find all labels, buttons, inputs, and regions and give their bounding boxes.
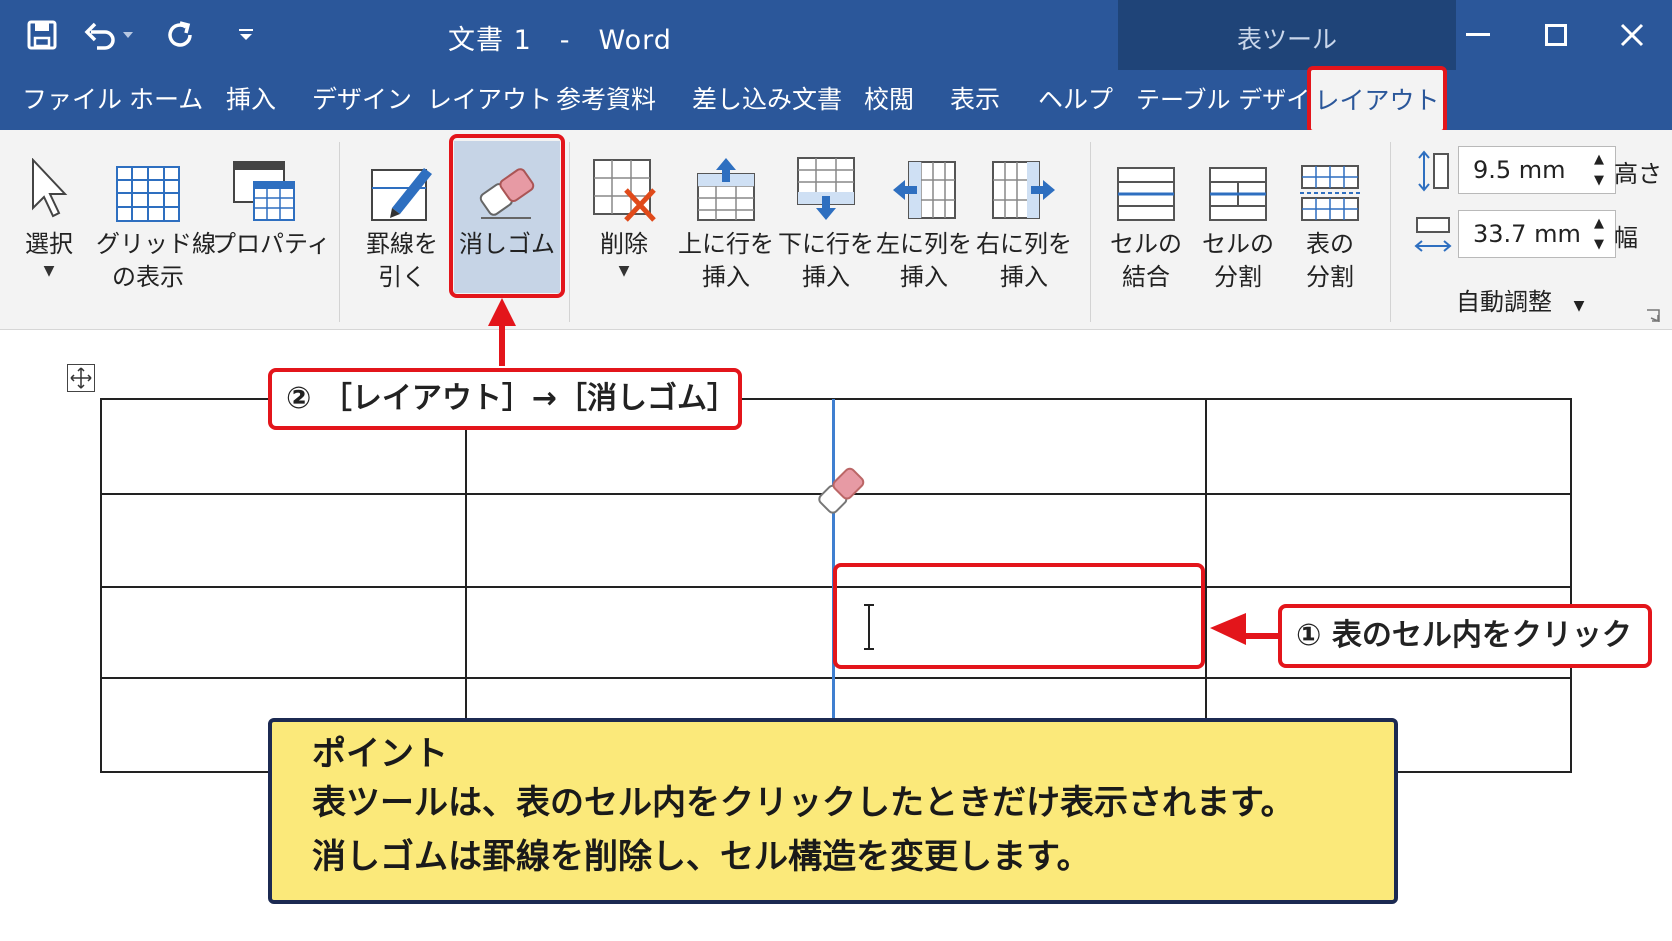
- target-cell-highlight: [833, 563, 1205, 669]
- step1-callout: ① 表のセル内をクリック: [1278, 604, 1652, 668]
- point-note-line: 表ツールは、表のセル内をクリックしたときだけ表示されます。: [312, 783, 1295, 823]
- point-note-box: ポイント 表ツールは、表のセル内をクリックしたときだけ表示されます。 消しゴムは…: [268, 718, 1398, 904]
- point-note-line: 消しゴムは罫線を削除し、セル構造を変更します。: [312, 837, 1091, 877]
- point-note-title: ポイント: [312, 734, 448, 774]
- step2-callout: ② ［レイアウト］→［消しゴム］: [268, 368, 742, 430]
